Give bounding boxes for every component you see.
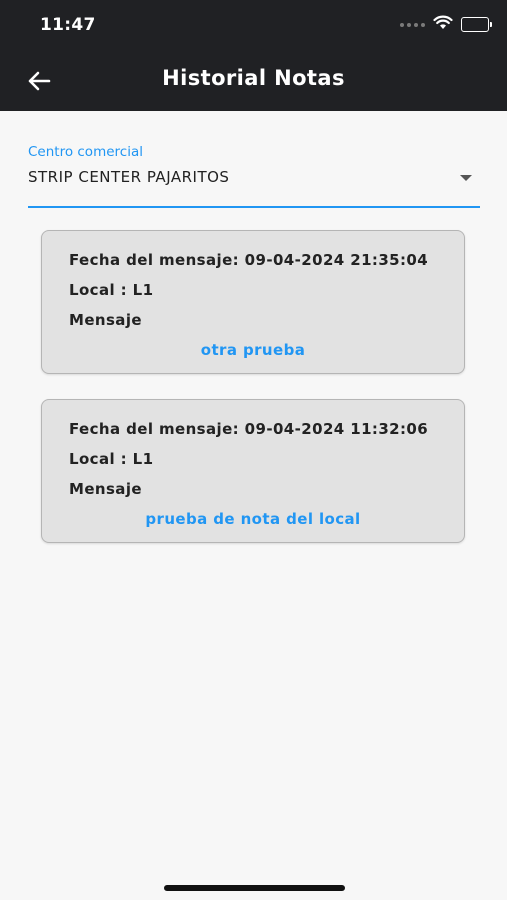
status-time: 11:47 [40,15,96,35]
note-date-line: Fecha del mensaje: 09-04-2024 21:35:04 [69,251,428,269]
note-local: L1 [132,450,154,468]
note-date: 09-04-2024 11:32:06 [244,420,429,438]
wifi-icon [433,15,453,34]
note-message: prueba de nota del local [145,510,361,528]
note-local-line: Local : L1 [69,281,153,299]
note-message-label: Mensaje [69,480,142,498]
note-message: otra prueba [200,341,306,359]
dropdown-arrow-icon [460,175,472,181]
note-card: Fecha del mensaje: 09-04-2024 21:35:04 L… [41,230,465,374]
note-local-line: Local : L1 [69,450,153,468]
note-message-label: Mensaje [69,311,142,329]
battery-icon [461,17,492,32]
note-date: 09-04-2024 21:35:04 [244,251,429,269]
cellular-signal-icon [400,22,425,27]
note-card: Fecha del mensaje: 09-04-2024 11:32:06 L… [41,399,465,543]
note-local: L1 [132,281,154,299]
home-indicator[interactable] [164,885,345,891]
note-date-label: Fecha del mensaje: [69,420,240,438]
note-local-label: Local : [69,281,128,299]
note-local-label: Local : [69,450,128,468]
status-icons [400,15,492,34]
select-value: STRIP CENTER PAJARITOS [28,168,230,186]
page-title: Historial Notas [162,66,345,90]
note-date-line: Fecha del mensaje: 09-04-2024 11:32:06 [69,420,428,438]
note-date-label: Fecha del mensaje: [69,251,240,269]
app-bar: 11:47 Historial Notas [0,0,507,111]
select-label: Centro comercial [28,144,143,160]
centro-comercial-select[interactable]: Centro comercial STRIP CENTER PAJARITOS [28,140,480,208]
